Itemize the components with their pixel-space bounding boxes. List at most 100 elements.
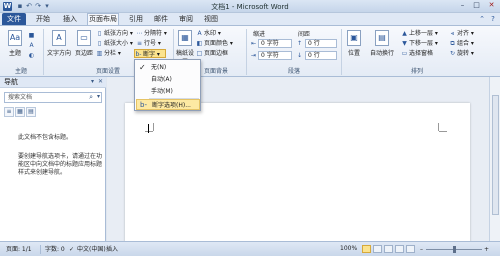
vertical-scrollbar[interactable] (489, 77, 500, 241)
manuscript-icon: ▦ (178, 30, 192, 46)
tab-insert[interactable]: 插入 (60, 13, 80, 25)
breaks-button[interactable]: ⋯ 分隔符 ▾ (136, 29, 167, 38)
nav-pane-close-icon[interactable]: ✕ (98, 78, 103, 85)
indent-left-spinner[interactable]: 0 字符 (258, 39, 292, 48)
spacing-title: 间距 (298, 31, 311, 38)
size-button[interactable]: ▯ 纸张大小 ▾ (96, 39, 133, 48)
spellcheck-icon[interactable]: ✓ (69, 244, 74, 255)
hyphenation-none-item[interactable]: ✓ 无(N) (136, 62, 200, 73)
hyphenation-button[interactable]: b‑ 断字 ▾ (134, 49, 166, 58)
text-direction-icon: A (52, 30, 66, 46)
line-numbers-icon: ≡ (136, 40, 143, 47)
hyphenation-manual-item[interactable]: 手动(M) (136, 86, 200, 97)
page-borders-button[interactable]: □ 页面边框 (196, 49, 228, 58)
zoom-slider-thumb[interactable] (453, 246, 456, 253)
draft-view-icon[interactable] (406, 245, 415, 253)
nav-no-headings-message: 此文档不包含标题。 (18, 134, 73, 141)
theme-colors-icon[interactable]: ■ (28, 31, 36, 40)
indent-left-icon: ⇤ (250, 40, 257, 47)
align-button[interactable]: ⫷ 对齐 ▾ (449, 29, 474, 38)
document-page[interactable] (125, 103, 470, 243)
help-icon[interactable]: ? (489, 15, 497, 23)
nav-pane-options-icon[interactable]: ▾ (91, 78, 94, 85)
crop-mark (438, 123, 439, 131)
theme-effects-icon[interactable]: ◐ (28, 51, 36, 60)
send-backward-icon: ▼ (402, 40, 407, 47)
full-screen-view-icon[interactable] (373, 245, 382, 253)
tab-review[interactable]: 审阅 (176, 13, 196, 25)
nav-tab-pages-icon[interactable]: ▦ (15, 107, 25, 117)
breaks-icon: ⋯ (136, 30, 143, 37)
watermark-button[interactable]: A 水印 ▾ (196, 29, 221, 38)
themes-button[interactable]: Aa 主题 (4, 29, 26, 65)
zoom-level[interactable]: 100% (340, 243, 357, 254)
scrollbar-thumb[interactable] (492, 95, 499, 215)
insert-mode-indicator[interactable]: 插入 (106, 244, 118, 255)
ribbon-tab-bar: 文件 开始 插入 页面布局 引用 邮件 审阅 视图 ⌃ ? (0, 13, 500, 25)
language-indicator[interactable]: 中文(中国) (77, 244, 106, 255)
hyphenation-options-item[interactable]: b‑ 断字选项(H)... (136, 99, 200, 110)
nav-tab-headings-icon[interactable]: ≡ (4, 107, 14, 117)
position-button[interactable]: ▣ 位置 (344, 29, 364, 65)
hyphenation-menu: ✓ 无(N) 自动(A) 手动(M) b‑ 断字选项(H)... (134, 59, 201, 111)
minimize-icon[interactable]: – (456, 1, 469, 10)
selection-pane-button[interactable]: ▭ 选择窗格 (401, 49, 433, 58)
zoom-out-icon[interactable]: – (420, 244, 423, 255)
tab-file[interactable]: 文件 (2, 13, 26, 25)
theme-fonts-icon[interactable]: A (28, 41, 36, 50)
group-separator (246, 29, 247, 75)
tab-page-layout[interactable]: 页面布局 (87, 13, 119, 25)
theme-group-label: 主题 (14, 68, 27, 75)
columns-button[interactable]: ▥ 分栏 ▾ (96, 49, 121, 58)
zoom-in-icon[interactable]: + (484, 244, 489, 255)
maximize-icon[interactable]: □ (470, 1, 483, 10)
group-button[interactable]: ⧉ 组合 ▾ (449, 39, 474, 48)
space-after-icon: ↓ (296, 52, 303, 59)
page-count[interactable]: 页面: 1/1 (6, 244, 32, 255)
text-direction-button[interactable]: A 文字方向 (46, 29, 72, 65)
margins-icon: ▭ (77, 30, 91, 46)
tab-references[interactable]: 引用 (126, 13, 146, 25)
minimize-ribbon-icon[interactable]: ⌃ (478, 15, 486, 23)
tab-home[interactable]: 开始 (33, 13, 53, 25)
margins-button[interactable]: ▭ 页边距 (73, 29, 95, 65)
indent-right-spinner[interactable]: 0 字符 (258, 51, 292, 60)
wrap-text-button[interactable]: ▤ 自动换行 (367, 29, 397, 65)
space-before-icon: ↑ (296, 40, 303, 47)
search-icon[interactable]: ⌕ (89, 93, 93, 102)
page-color-button[interactable]: ◧ 页面颜色 ▾ (196, 39, 233, 48)
nav-pane-title: 导航 (4, 78, 18, 86)
print-layout-view-icon[interactable] (362, 245, 371, 253)
align-icon: ⫷ (450, 30, 455, 37)
web-layout-view-icon[interactable] (384, 245, 393, 253)
status-bar: 页面: 1/1 字数: 0 ✓ 中文(中国) 插入 – + (0, 241, 500, 256)
rotate-button[interactable]: ↻ 旋转 ▾ (449, 49, 474, 58)
page-borders-icon: □ (196, 50, 203, 57)
hyphenation-auto-item[interactable]: 自动(A) (136, 74, 200, 85)
tab-view[interactable]: 视图 (201, 13, 221, 25)
crop-mark (153, 123, 154, 131)
word-count[interactable]: 字数: 0 (45, 244, 65, 255)
close-icon[interactable]: ✕ (485, 1, 498, 10)
outline-view-icon[interactable] (395, 245, 404, 253)
line-numbers-button[interactable]: ≡ 行号 ▾ (136, 39, 161, 48)
tab-mailings[interactable]: 邮件 (151, 13, 171, 25)
position-icon: ▣ (347, 30, 361, 46)
hyphenation-options-icon: b‑ (140, 101, 147, 109)
nav-tab-results-icon[interactable]: ▤ (26, 107, 36, 117)
nav-hint-text: 要创建导航选项卡，请通过在功能区中向文档中的标题应用标题样式来创建导航。 (18, 153, 103, 176)
checkmark-icon: ✓ (139, 63, 146, 72)
nav-search-input[interactable]: 搜索文档 (4, 92, 102, 103)
watermark-icon: A (197, 30, 202, 37)
orientation-icon: ▯ (97, 30, 102, 37)
space-before-spinner[interactable]: 0 行 (305, 39, 337, 48)
indent-right-icon: ⇥ (250, 52, 257, 59)
space-after-spinner[interactable]: 0 行 (305, 51, 337, 60)
bring-forward-icon: ▲ (402, 30, 407, 37)
orientation-button[interactable]: ▯ 纸张方向 ▾ (96, 29, 133, 38)
send-backward-button[interactable]: ▼ 下移一层 ▾ (401, 39, 438, 48)
bring-forward-button[interactable]: ▲ 上移一层 ▾ (401, 29, 438, 38)
crop-mark (145, 131, 153, 132)
search-dropdown-icon[interactable]: ▾ (97, 93, 100, 100)
text-cursor (148, 124, 149, 133)
